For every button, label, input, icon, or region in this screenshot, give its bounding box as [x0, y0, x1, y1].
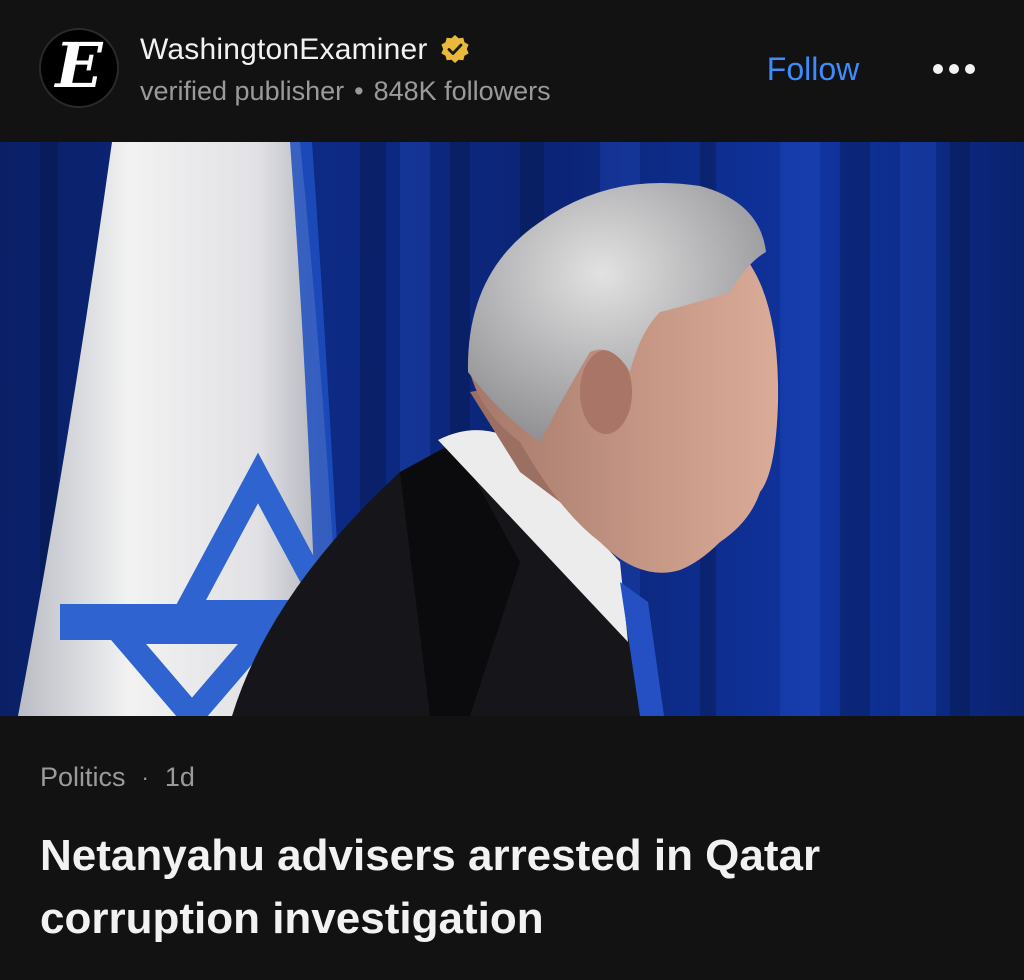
- publisher-avatar[interactable]: E: [39, 28, 119, 108]
- publisher-logo: E: [55, 29, 103, 102]
- follower-count: 848K followers: [373, 76, 551, 106]
- more-horizontal-icon: [933, 64, 975, 74]
- article-category[interactable]: Politics: [40, 762, 126, 793]
- meta-separator: •: [354, 76, 364, 106]
- publisher-type: verified publisher: [140, 76, 345, 106]
- meta-dot: ·: [141, 764, 149, 790]
- publisher-name[interactable]: WashingtonExaminer: [140, 33, 428, 67]
- article-meta: Politics · 1d: [40, 762, 195, 793]
- more-options-button[interactable]: [916, 44, 992, 94]
- publisher-meta: verified publisher • 848K followers: [140, 76, 551, 107]
- follow-button[interactable]: Follow: [746, 44, 880, 94]
- post-header: E WashingtonExaminer verified publisher …: [0, 0, 1024, 142]
- publisher-name-row: WashingtonExaminer: [140, 30, 472, 70]
- article-age: 1d: [164, 762, 195, 792]
- verified-badge-icon: [441, 35, 469, 63]
- hero-photo: [0, 142, 1024, 716]
- article-headline[interactable]: Netanyahu advisers arrested in Qatar cor…: [40, 824, 980, 950]
- article-card[interactable]: Politics · 1d Netanyahu advisers arreste…: [0, 716, 1024, 980]
- article-hero-image[interactable]: [0, 142, 1024, 716]
